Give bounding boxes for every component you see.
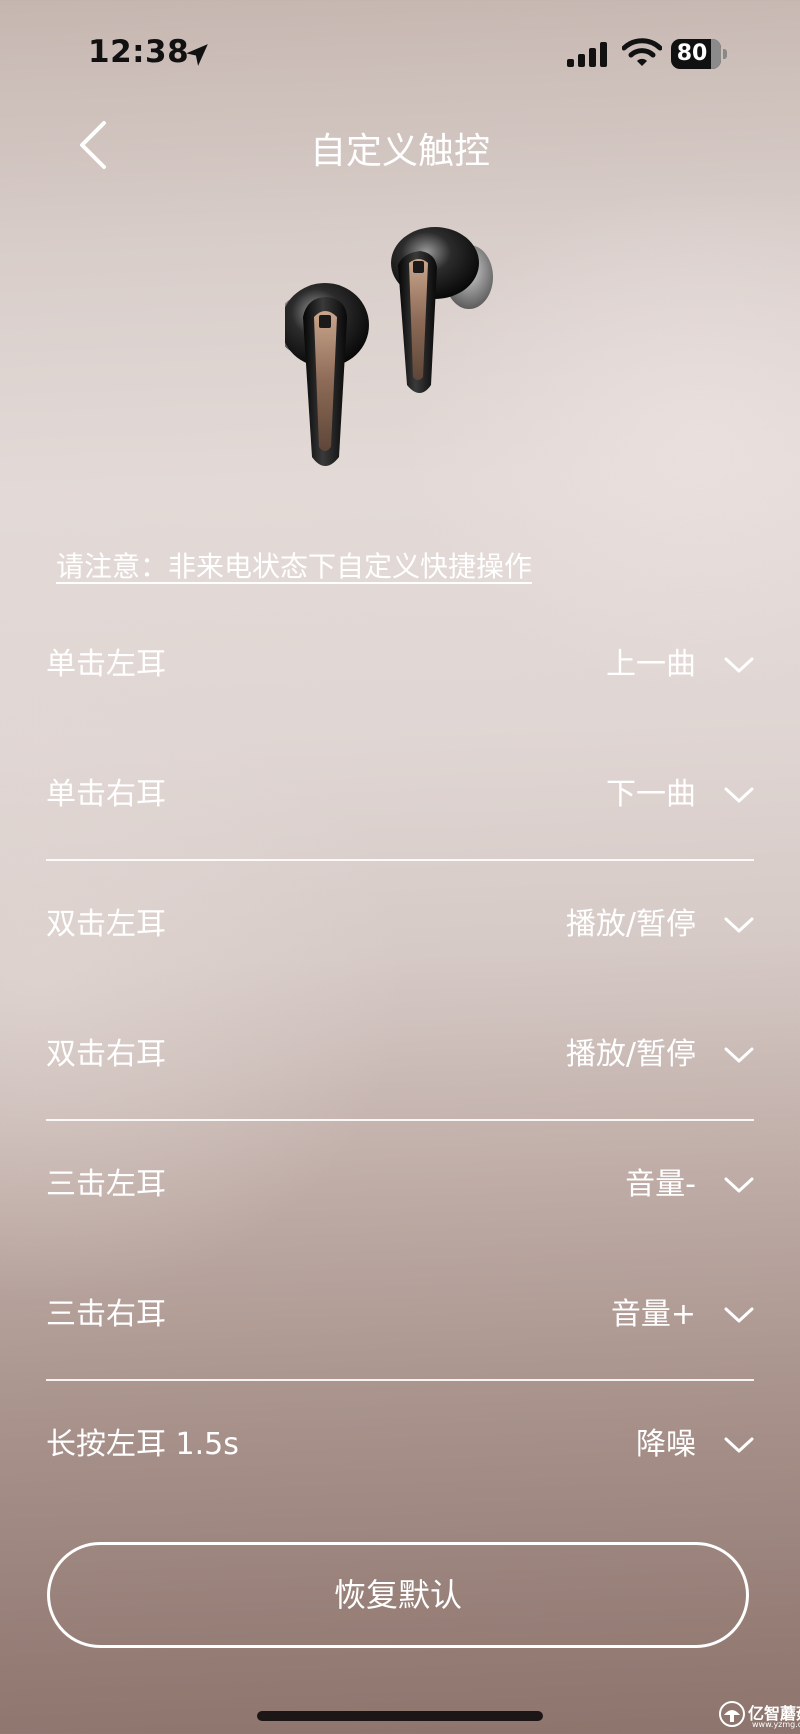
- notice-text: 请注意：非来电状态下自定义快捷操作: [56, 550, 533, 583]
- battery-percentage: 80: [676, 41, 708, 66]
- setting-label: 三击右耳: [46, 1297, 166, 1332]
- setting-row-single-tap-left[interactable]: 单击左耳 上一曲: [46, 600, 754, 730]
- setting-row-double-tap-right[interactable]: 双击右耳 播放/暂停: [46, 990, 754, 1120]
- setting-label: 三击左耳: [46, 1167, 166, 1202]
- setting-label: 长按左耳 1.5s: [46, 1427, 239, 1462]
- setting-label: 单击左耳: [46, 647, 166, 682]
- setting-row-triple-tap-right[interactable]: 三击右耳 音量+: [46, 1250, 754, 1380]
- cellular-signal-icon: [567, 42, 607, 67]
- chevron-down-icon: [724, 787, 754, 803]
- setting-row-double-tap-left[interactable]: 双击左耳 播放/暂停: [46, 860, 754, 990]
- earbuds-image: [285, 227, 493, 466]
- restore-default-button[interactable]: 恢复默认: [47, 1542, 749, 1648]
- setting-value: 音量-: [625, 1167, 696, 1202]
- watermark-logo-icon: [719, 1701, 745, 1727]
- setting-value: 播放/暂停: [565, 1037, 696, 1072]
- setting-value: 上一曲: [606, 647, 696, 682]
- setting-row-single-tap-right[interactable]: 单击右耳 下一曲: [46, 730, 754, 860]
- chevron-down-icon: [724, 657, 754, 673]
- watermark-url: www.yzmg.com: [752, 1720, 800, 1729]
- battery-indicator: 80: [671, 39, 729, 69]
- page-title: 自定义触控: [309, 131, 490, 172]
- chevron-down-icon: [724, 1307, 754, 1323]
- setting-label: 双击右耳: [46, 1037, 166, 1072]
- setting-value: 下一曲: [606, 777, 696, 812]
- setting-value: 音量+: [610, 1297, 696, 1332]
- chevron-down-icon: [724, 1437, 754, 1453]
- setting-label: 单击右耳: [46, 777, 166, 812]
- chevron-down-icon: [724, 917, 754, 933]
- location-arrow-icon: [186, 44, 208, 66]
- home-indicator[interactable]: [257, 1711, 543, 1721]
- chevron-down-icon: [724, 1047, 754, 1063]
- setting-label: 双击左耳: [46, 907, 166, 942]
- status-bar: 12:38 80: [0, 0, 800, 106]
- setting-value: 播放/暂停: [565, 907, 696, 942]
- status-time: 12:38: [88, 34, 190, 70]
- watermark: 亿智蘑菇 www.yzmg.com: [718, 1696, 800, 1734]
- setting-row-triple-tap-left[interactable]: 三击左耳 音量-: [46, 1120, 754, 1250]
- setting-row-long-press-left[interactable]: 长按左耳 1.5s 降噪: [46, 1380, 754, 1510]
- chevron-down-icon: [724, 1177, 754, 1193]
- wifi-icon: [622, 38, 662, 66]
- setting-value: 降噪: [636, 1427, 696, 1462]
